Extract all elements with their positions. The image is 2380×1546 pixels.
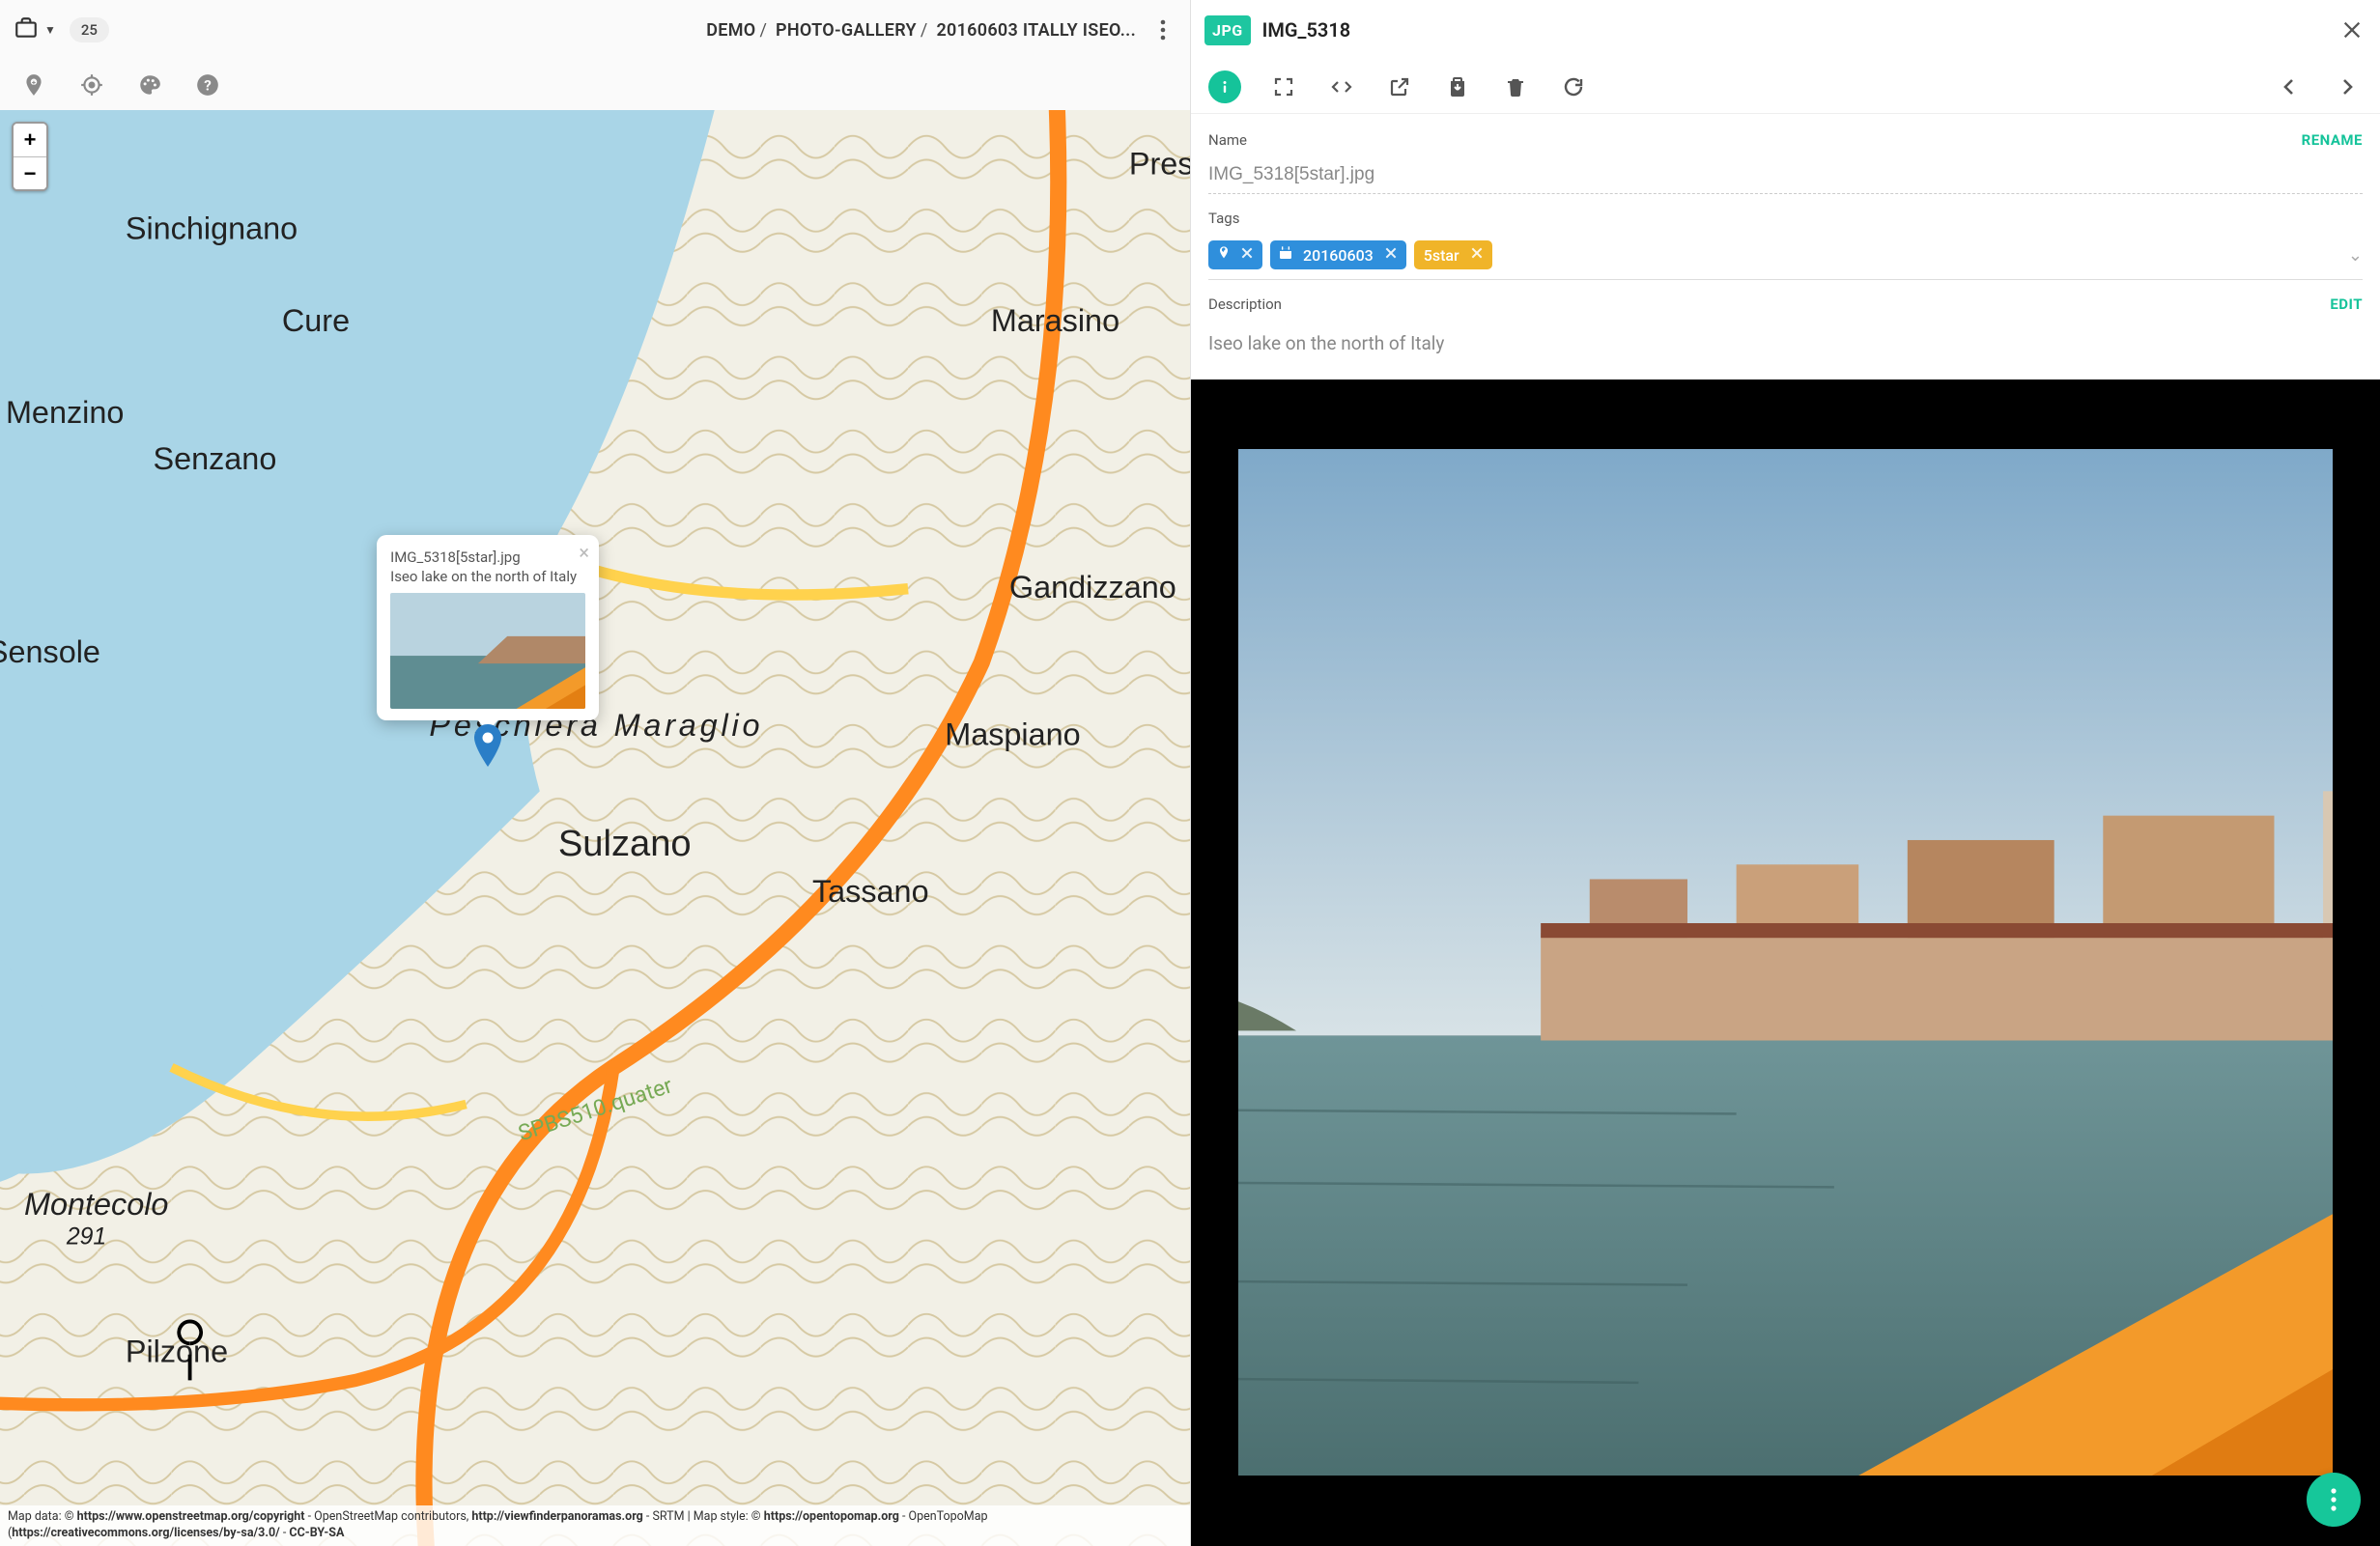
- chevron-down-icon: ▼: [44, 23, 56, 37]
- pin-icon: [1216, 245, 1232, 265]
- locate-button[interactable]: [77, 70, 106, 99]
- calendar-icon: [1278, 245, 1293, 265]
- zoom-in-button[interactable]: +: [14, 124, 46, 156]
- svg-text:291: 291: [66, 1223, 106, 1250]
- preview-image: [1238, 449, 2333, 1476]
- refresh-button[interactable]: [1558, 71, 1589, 102]
- breadcrumb-seg[interactable]: 20160603 ITALLY ISEO...: [936, 20, 1136, 41]
- popup-thumbnail[interactable]: [390, 593, 585, 709]
- close-panel-button[interactable]: [2338, 15, 2366, 44]
- breadcrumb[interactable]: DEMO/ PHOTO-GALLERY/ 20160603 ITALLY ISE…: [123, 20, 1136, 41]
- prev-button[interactable]: [2274, 71, 2305, 102]
- delete-button[interactable]: [1500, 71, 1531, 102]
- item-count-chip[interactable]: 25: [70, 17, 109, 42]
- details-header: JPG IMG_5318: [1191, 0, 2380, 60]
- svg-text:Senzano: Senzano: [153, 441, 276, 476]
- tag-rating[interactable]: 5star: [1414, 240, 1492, 269]
- svg-text:Presso: Presso: [1129, 147, 1190, 182]
- svg-text:Sulzano: Sulzano: [558, 823, 692, 864]
- details-fields: Name RENAME Tags 20160603 5star ⌄ De: [1191, 114, 2380, 376]
- svg-text:Montecolo: Montecolo: [24, 1187, 168, 1222]
- help-button[interactable]: ?: [193, 70, 222, 99]
- zoom-out-button[interactable]: −: [14, 156, 46, 189]
- tag-date[interactable]: 20160603: [1270, 240, 1406, 269]
- code-button[interactable]: [1326, 71, 1357, 102]
- breadcrumb-seg[interactable]: DEMO: [706, 20, 755, 41]
- tags-row[interactable]: 20160603 5star ⌄: [1208, 233, 2363, 280]
- svg-text:?: ?: [204, 76, 212, 94]
- name-label: Name: [1208, 131, 1247, 149]
- download-button[interactable]: [1442, 71, 1473, 102]
- svg-text:Maspiano: Maspiano: [945, 717, 1080, 752]
- details-pane: JPG IMG_5318: [1190, 0, 2380, 1546]
- popup-close-button[interactable]: ×: [579, 541, 589, 564]
- filetype-badge: JPG: [1204, 15, 1251, 45]
- popup-description: Iseo lake on the north of Italy: [390, 568, 585, 585]
- map-tiles: Sinchignano Cure Menzino Senzano Sensole…: [0, 110, 1190, 1546]
- tag-remove-icon[interactable]: [1383, 245, 1399, 265]
- tag-remove-icon[interactable]: [1469, 245, 1485, 265]
- open-external-button[interactable]: [1384, 71, 1415, 102]
- tag-text: 5star: [1422, 246, 1461, 265]
- description-text: Iseo lake on the north of Italy: [1208, 319, 2363, 362]
- svg-text:Pilzone: Pilzone: [126, 1334, 228, 1368]
- breadcrumb-seg[interactable]: PHOTO-GALLERY: [776, 20, 917, 41]
- map[interactable]: Sinchignano Cure Menzino Senzano Sensole…: [0, 110, 1190, 1546]
- svg-text:Tassano: Tassano: [812, 874, 929, 909]
- tag-remove-icon[interactable]: [1239, 245, 1255, 265]
- svg-text:Marasino: Marasino: [991, 303, 1119, 338]
- add-pin-button[interactable]: +: [19, 70, 48, 99]
- topbar: ▼ 25 DEMO/ PHOTO-GALLERY/ 20160603 ITALL…: [0, 0, 1190, 60]
- svg-text:Menzino: Menzino: [6, 395, 124, 430]
- description-label: Description: [1208, 295, 1282, 313]
- popup-title: IMG_5318[5star].jpg: [390, 548, 585, 566]
- edit-description-button[interactable]: EDIT: [2330, 295, 2363, 313]
- rename-button[interactable]: RENAME: [2302, 131, 2363, 149]
- info-tab-button[interactable]: [1208, 70, 1241, 103]
- map-popup: × IMG_5318[5star].jpg Iseo lake on the n…: [377, 535, 599, 720]
- more-menu-button[interactable]: [1149, 9, 1176, 51]
- svg-text:Cure: Cure: [282, 303, 350, 338]
- tag-geo[interactable]: [1208, 240, 1262, 269]
- palette-button[interactable]: [135, 70, 164, 99]
- tag-text: 20160603: [1301, 246, 1375, 265]
- workspace-switcher[interactable]: ▼: [14, 15, 56, 44]
- fullscreen-button[interactable]: [1268, 71, 1299, 102]
- svg-text:Gandizzano: Gandizzano: [1009, 570, 1176, 604]
- details-title: IMG_5318: [1262, 18, 1351, 42]
- briefcase-icon: [14, 15, 39, 44]
- svg-text:Sinchignano: Sinchignano: [126, 211, 298, 245]
- tags-expand-button[interactable]: ⌄: [2348, 245, 2363, 266]
- tags-label: Tags: [1208, 210, 1239, 227]
- svg-text:+: +: [32, 78, 36, 87]
- details-toolbar: [1191, 60, 2380, 114]
- map-pane: ▼ 25 DEMO/ PHOTO-GALLERY/ 20160603 ITALL…: [0, 0, 1190, 1546]
- map-attribution: Map data: © https://www.openstreetmap.or…: [0, 1505, 1190, 1546]
- svg-text:Sensole: Sensole: [0, 634, 100, 669]
- map-toolbar: + ?: [0, 60, 1190, 110]
- name-input[interactable]: [1208, 155, 2363, 194]
- image-preview[interactable]: [1191, 379, 2380, 1546]
- fab-menu-button[interactable]: [2307, 1473, 2361, 1527]
- next-button[interactable]: [2332, 71, 2363, 102]
- map-marker[interactable]: [472, 724, 503, 771]
- zoom-control: + −: [12, 122, 48, 191]
